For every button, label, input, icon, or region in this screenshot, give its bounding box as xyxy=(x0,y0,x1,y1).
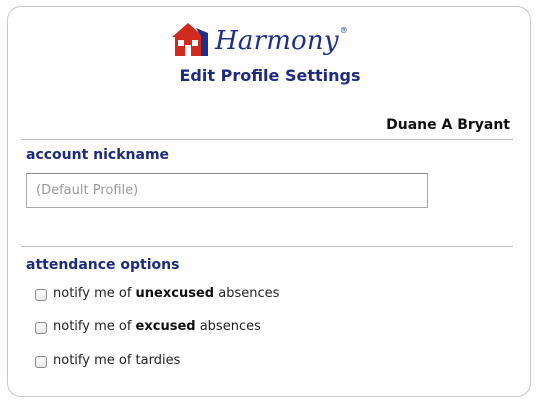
tardies-checkbox[interactable] xyxy=(35,356,47,368)
option-unexcused-absences[interactable]: notify me of unexcused absences xyxy=(35,286,279,301)
option-label: notify me of unexcused absences xyxy=(53,286,280,301)
option-excused-absences[interactable]: notify me of excused absences xyxy=(35,319,261,334)
logo-wordmark: Harmony® xyxy=(215,26,348,56)
attendance-options-heading: attendance options xyxy=(26,257,180,273)
nickname-input[interactable] xyxy=(26,173,428,208)
unexcused-absences-checkbox[interactable] xyxy=(35,289,47,301)
schoolhouse-icon xyxy=(168,19,212,63)
account-nickname-heading: account nickname xyxy=(26,147,170,163)
excused-absences-checkbox[interactable] xyxy=(35,322,47,334)
harmony-logo: Harmony® xyxy=(168,21,348,61)
divider xyxy=(21,246,513,247)
option-tardies[interactable]: notify me of tardies xyxy=(35,353,180,368)
divider xyxy=(21,139,513,140)
option-label: notify me of tardies xyxy=(53,353,181,368)
option-label: notify me of excused absences xyxy=(53,319,261,334)
user-name: Duane A Bryant xyxy=(386,117,510,133)
page-title: Edit Profile Settings xyxy=(179,66,361,85)
